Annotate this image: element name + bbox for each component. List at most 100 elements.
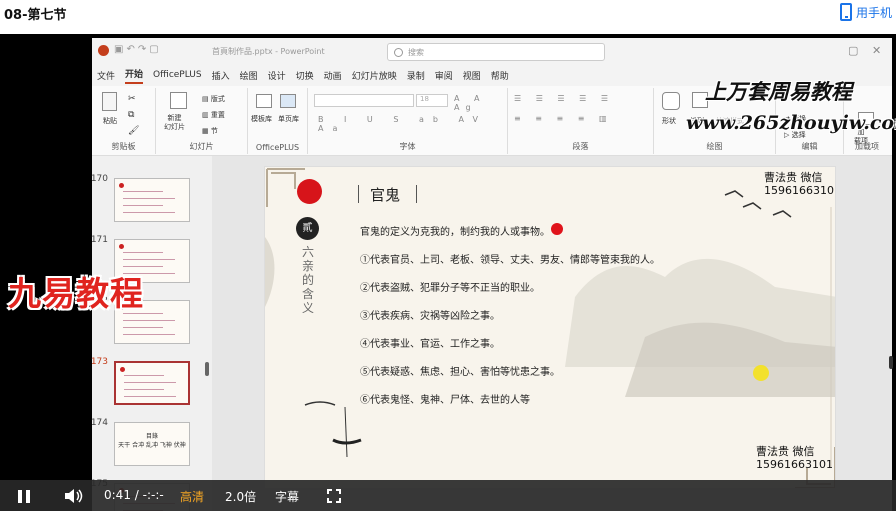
- thumbnail-number: 170: [90, 174, 108, 184]
- page: 08-第七节 用手机 ▣↶↷▢ 首頁制作品.pptx - PowerPoint …: [0, 0, 896, 511]
- copy-icon[interactable]: ⧉: [128, 110, 134, 120]
- menu-item-4[interactable]: 绘图: [240, 69, 258, 82]
- watermark-top: 上万套周易教程: [705, 79, 852, 104]
- slide-text-line: ④代表事业、官运、工作之事。: [360, 339, 500, 350]
- reset-button[interactable]: ▥ 重置: [202, 110, 225, 120]
- paragraph-group: ☰ ☰ ☰ ☰ ☰ ≡ ≡ ≡ ≡ ▥ 段落: [508, 88, 654, 154]
- align-icons[interactable]: ≡ ≡ ≡ ≡ ▥: [514, 114, 613, 123]
- single-page-library-icon[interactable]: [280, 94, 296, 108]
- slide-text-line: ⑤代表疑惑、焦虑、担心、害怕等忧患之事。: [360, 367, 560, 378]
- slide-text-line: ⑥代表鬼怪、鬼神、尸体、去世的人等: [360, 395, 530, 406]
- template-library-icon[interactable]: [256, 94, 272, 108]
- menu-item-9[interactable]: 录制: [407, 69, 425, 82]
- subtitle-button[interactable]: 字幕: [275, 488, 299, 505]
- slide-thumbnails[interactable]: 170171172173174目錄 天干 合冲 乱冲 飞神 伏神175: [91, 156, 212, 511]
- addins-label: 加载项: [855, 142, 879, 151]
- template-library-button[interactable]: 模板库: [251, 114, 272, 124]
- reset-label: 重置: [210, 111, 225, 119]
- thumbnail-line: [123, 320, 175, 321]
- volume-icon[interactable]: [64, 489, 84, 503]
- thumbnail-scrollbar[interactable]: [205, 362, 209, 376]
- decorative-red-circle: [297, 179, 322, 204]
- page-scrollbar[interactable]: [889, 356, 893, 369]
- fullscreen-icon[interactable]: [327, 489, 341, 503]
- contact-top-name: 曹法贵 微信: [764, 171, 823, 184]
- contact-bottom-phone: 15961663101: [756, 458, 833, 471]
- thumbnail-line: [124, 389, 164, 390]
- font-label: 字体: [399, 142, 416, 151]
- use-phone-label: 用手机: [855, 5, 892, 20]
- section-badge: 貳: [296, 217, 319, 240]
- menu-item-8[interactable]: 幻灯片放映: [352, 69, 397, 82]
- thumbnail-dot: [120, 367, 125, 372]
- ppt-search-input[interactable]: 搜索: [387, 43, 605, 61]
- menu-item-7[interactable]: 动画: [324, 69, 342, 82]
- new-slide-button[interactable]: 新建 幻灯片: [164, 114, 185, 132]
- thumbnail-line: [123, 334, 175, 335]
- menu-item-3[interactable]: 插入: [212, 69, 230, 82]
- clipboard-group: 粘贴 ✂ ⧉ 🖌 剪贴板: [92, 88, 156, 154]
- menu-item-0[interactable]: 文件: [97, 69, 115, 82]
- menu-item-6[interactable]: 切换: [296, 69, 314, 82]
- menu-item-2[interactable]: OfficePLUS: [153, 70, 202, 80]
- thumbnail-text: 目錄 天干 合冲 乱冲 飞神 伏神: [118, 433, 186, 449]
- restore-icon[interactable]: ▢: [848, 44, 858, 57]
- use-phone-button[interactable]: 用手机: [839, 3, 892, 21]
- contact-top-phone: 15961663101: [764, 184, 836, 197]
- menu-item-1[interactable]: 开始: [125, 67, 144, 84]
- mouse-cursor-highlight: [753, 365, 769, 381]
- paragraph-label: 段落: [572, 142, 589, 151]
- slide-thumbnail[interactable]: 目錄 天干 合冲 乱冲 飞神 伏神: [114, 422, 190, 466]
- close-icon[interactable]: ✕: [872, 44, 881, 57]
- thumbnail-number: 174: [90, 418, 108, 428]
- slide-text-line: ③代表疾病、灾祸等凶险之事。: [360, 311, 500, 322]
- shape-button[interactable]: 形状: [662, 116, 676, 126]
- thumbnail-line: [124, 375, 164, 376]
- slide-thumbnail[interactable]: [114, 178, 190, 222]
- search-placeholder: 搜索: [408, 48, 424, 57]
- video-player[interactable]: ▣↶↷▢ 首頁制作品.pptx - PowerPoint 搜索 ▢ ✕ 文件 开始…: [0, 34, 896, 511]
- single-page-library-button[interactable]: 单页库: [278, 114, 299, 124]
- shapes-icon[interactable]: [662, 92, 680, 110]
- font-size-adjust-icons[interactable]: A A Ag: [454, 94, 507, 112]
- font-size-input[interactable]: 18: [416, 94, 448, 107]
- menu-item-12[interactable]: 帮助: [491, 69, 509, 82]
- menu-item-5[interactable]: 设计: [268, 69, 286, 82]
- menu-item-10[interactable]: 审阅: [435, 69, 453, 82]
- quality-button[interactable]: 高清: [180, 488, 204, 505]
- menu-item-11[interactable]: 视图: [463, 69, 481, 82]
- slide-background-art: [265, 168, 835, 488]
- heading-divider-right: [416, 185, 417, 203]
- thumbnail-line: [123, 212, 175, 213]
- font-name-input[interactable]: [314, 94, 414, 107]
- layout-button[interactable]: ▤ 版式: [202, 94, 225, 104]
- list-icons[interactable]: ☰ ☰ ☰ ☰ ☰: [514, 94, 614, 103]
- speed-button[interactable]: 2.0倍: [225, 488, 256, 505]
- paste-icon[interactable]: [102, 92, 117, 111]
- format-painter-icon[interactable]: 🖌: [128, 126, 139, 136]
- editing-label: 编辑: [801, 142, 818, 151]
- thumbnail-line: [123, 205, 163, 206]
- paste-button[interactable]: 粘贴: [103, 116, 117, 126]
- heading-divider-left: [358, 185, 359, 203]
- vertical-section-title: 六亲的含义: [301, 245, 314, 315]
- officeplus-group: 模板库 单页库 OfficePLUS: [248, 88, 308, 154]
- thumbnail-number: 171: [90, 235, 108, 245]
- section-label: 节: [210, 127, 218, 135]
- powerpoint-logo-icon: [98, 45, 109, 56]
- pause-icon[interactable]: [18, 490, 32, 504]
- quick-access-toolbar[interactable]: ▣↶↷▢: [114, 44, 162, 55]
- new-slide-icon[interactable]: [170, 92, 187, 109]
- slide-thumbnail[interactable]: [114, 361, 190, 405]
- font-style-icons[interactable]: B I U S ab AV Aa: [318, 115, 507, 133]
- search-icon: [394, 48, 403, 57]
- clipboard-label: 剪贴板: [111, 142, 136, 151]
- current-slide[interactable]: 官鬼 貳 六亲的含义 官鬼的定义为克我的，制约我的人或事物。 ①代表官员、上司、老…: [264, 166, 836, 489]
- thumbnail-line: [124, 382, 176, 383]
- section-button[interactable]: ▦ 节: [202, 126, 218, 136]
- contact-top: 曹法贵 微信 15961663101: [764, 171, 836, 197]
- thumbnail-line: [123, 259, 175, 260]
- cut-icon[interactable]: ✂: [128, 94, 136, 104]
- thumbnail-dot: [119, 244, 124, 249]
- laser-pointer-dot: [551, 223, 563, 235]
